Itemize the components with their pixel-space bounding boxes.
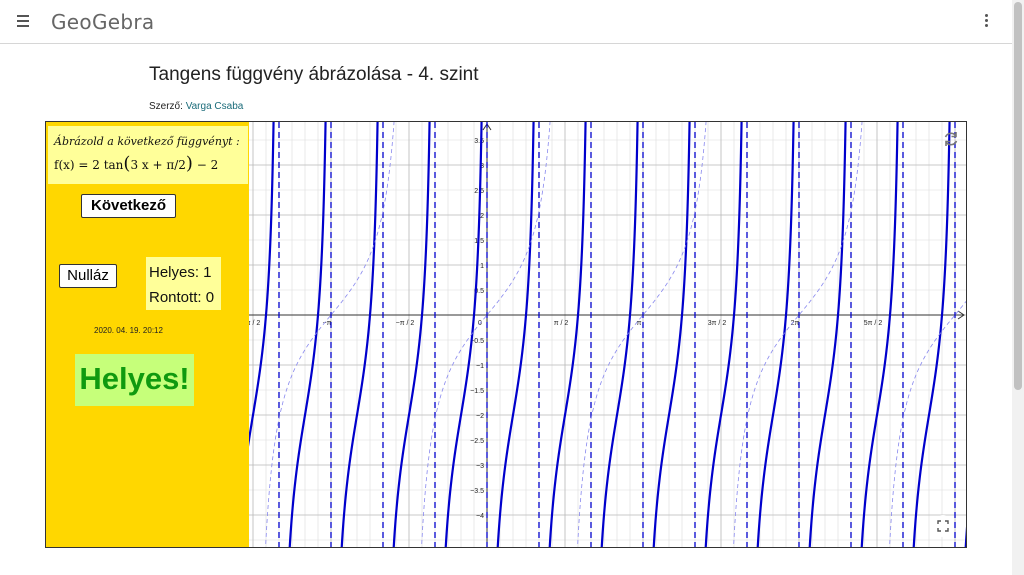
y-tick-label: −2 [476, 413, 484, 420]
function-curve [496, 122, 535, 547]
wrong-count: Rontott: 0 [149, 289, 215, 306]
function-suffix: − 2 [196, 158, 219, 172]
scrollbar-thumb[interactable] [1014, 2, 1022, 390]
function-formula: f(x) = 2 tan(3 x + π/2) − 2 [54, 153, 219, 174]
x-tick-label: π / 2 [554, 320, 569, 327]
function-curve [808, 122, 847, 547]
page-scrollbar[interactable] [1012, 0, 1024, 575]
refresh-icon[interactable] [942, 130, 960, 148]
function-curve [964, 526, 966, 547]
function-curve [756, 122, 795, 547]
next-button[interactable]: Következő [81, 194, 176, 218]
page-title: Tangens függvény ábrázolása - 4. szint [149, 64, 479, 85]
author-line: Szerző: Varga Csaba [149, 101, 243, 112]
correct-count: Helyes: 1 [149, 264, 212, 281]
y-tick-label: 2 [480, 213, 484, 220]
function-curve [392, 122, 431, 547]
timestamp: 2020. 04. 19. 20:12 [94, 326, 163, 335]
task-box: Ábrázold a következő függvényt : f(x) = … [48, 126, 248, 184]
author-link[interactable]: Varga Csaba [186, 101, 244, 112]
geogebra-applet[interactable]: Ábrázold a következő függvényt : f(x) = … [45, 121, 967, 548]
y-tick-label: −3.5 [470, 488, 484, 495]
x-tick-label: −π / 2 [396, 320, 415, 327]
geogebra-logo[interactable]: GeoGebra [51, 10, 154, 34]
result-badge: Helyes! [75, 354, 194, 406]
y-tick-label: −4 [476, 513, 484, 520]
y-tick-label: −1.5 [470, 388, 484, 395]
x-tick-label: 5π / 2 [864, 320, 883, 327]
graphics-view[interactable]: −3π / 2−π−π / 20π / 2π3π / 22π5π / 23.53… [249, 122, 966, 547]
y-tick-label: −1 [476, 363, 484, 370]
task-text: Ábrázold a következő függvényt : [54, 135, 240, 148]
function-curve [548, 122, 587, 547]
function-prefix: f(x) = 2 tan [54, 158, 124, 172]
y-tick-label: −3 [476, 463, 484, 470]
top-bar: GeoGebra [0, 0, 1012, 44]
control-panel: Ábrázold a következő függvényt : f(x) = … [46, 122, 249, 547]
x-tick-label: 3π / 2 [708, 320, 727, 327]
fullscreen-icon[interactable] [932, 515, 954, 537]
function-curve [860, 122, 899, 547]
function-curve [600, 122, 639, 547]
function-curve [652, 122, 691, 547]
y-tick-label: 1 [480, 263, 484, 270]
function-curve [912, 122, 951, 547]
kebab-more-icon[interactable] [984, 14, 990, 30]
x-tick-label: −3π / 2 [249, 320, 260, 327]
function-argument: 3 x + π/2 [130, 158, 186, 172]
function-curve [340, 122, 379, 547]
score-box: Helyes: 1 Rontott: 0 [146, 257, 221, 310]
function-curve [288, 122, 327, 547]
function-curve [444, 122, 483, 547]
y-tick-label: 3.5 [474, 138, 484, 145]
author-label: Szerző: [149, 101, 183, 112]
hamburger-menu-icon[interactable] [16, 14, 32, 28]
function-curve [704, 122, 743, 547]
reset-button[interactable]: Nulláz [59, 264, 117, 288]
y-tick-label: −2.5 [470, 438, 484, 445]
x-tick-label: π [637, 320, 642, 327]
